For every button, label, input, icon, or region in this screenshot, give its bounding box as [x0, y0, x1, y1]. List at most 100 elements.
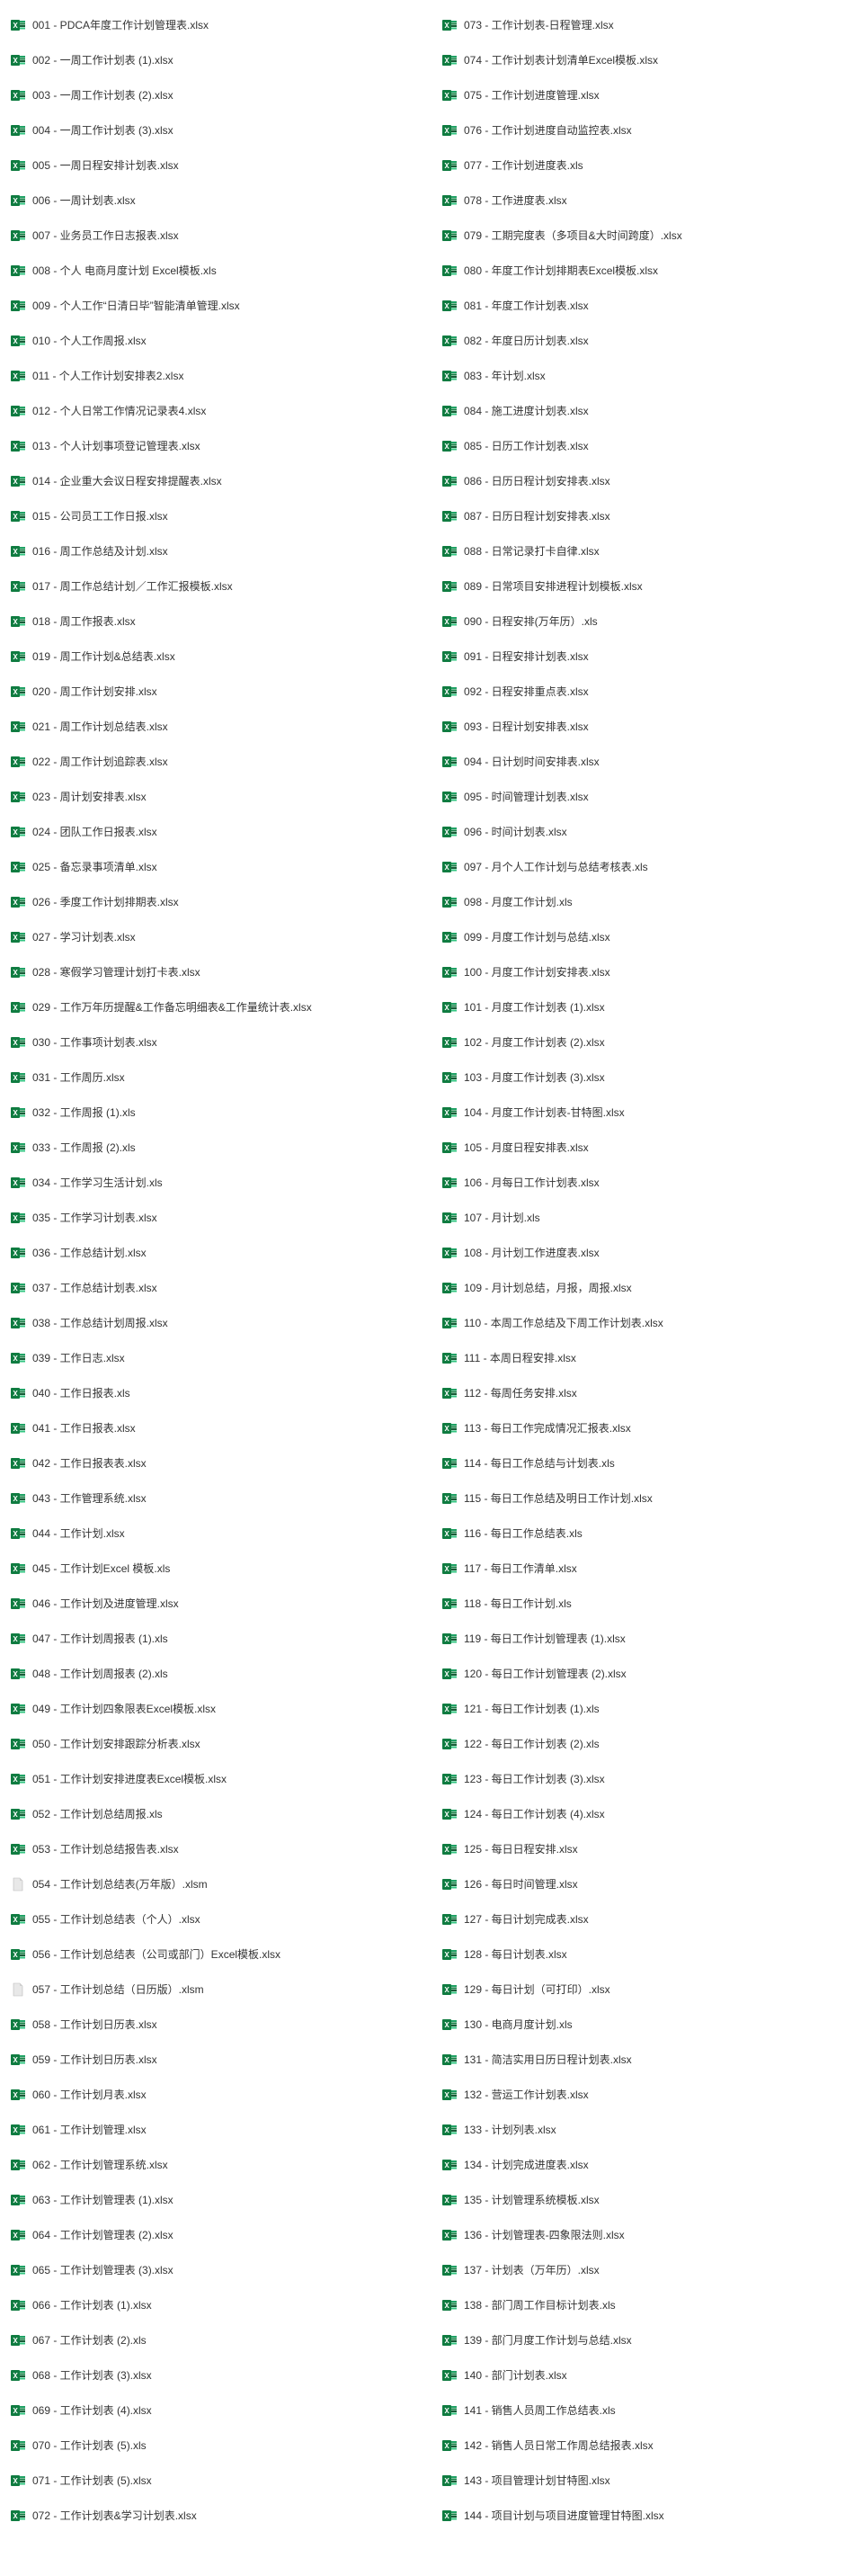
file-item[interactable]: 120 - 每日工作计划管理表 (2).xlsx [432, 1656, 863, 1691]
file-item[interactable]: 083 - 年计划.xlsx [432, 358, 863, 393]
file-item[interactable]: 018 - 周工作报表.xlsx [0, 604, 432, 639]
file-item[interactable]: 116 - 每日工作总结表.xls [432, 1516, 863, 1551]
file-item[interactable]: 071 - 工作计划表 (5).xlsx [0, 2463, 432, 2498]
file-item[interactable]: 009 - 个人工作“日清日毕”智能清单管理.xlsx [0, 288, 432, 323]
file-item[interactable]: 051 - 工作计划安排进度表Excel模板.xlsx [0, 1761, 432, 1796]
file-item[interactable]: 140 - 部门计划表.xlsx [432, 2357, 863, 2393]
file-item[interactable]: 094 - 日计划时间安排表.xlsx [432, 744, 863, 779]
file-item[interactable]: 076 - 工作计划进度自动监控表.xlsx [432, 112, 863, 148]
file-item[interactable]: 084 - 施工进度计划表.xlsx [432, 393, 863, 428]
file-item[interactable]: 115 - 每日工作总结及明日工作计划.xlsx [432, 1480, 863, 1516]
file-item[interactable]: 019 - 周工作计划&总结表.xlsx [0, 639, 432, 674]
file-item[interactable]: 045 - 工作计划Excel 模板.xls [0, 1551, 432, 1586]
file-item[interactable]: 029 - 工作万年历提醒&工作备忘明细表&工作量统计表.xlsx [0, 989, 432, 1024]
file-item[interactable]: 031 - 工作周历.xlsx [0, 1060, 432, 1095]
file-item[interactable]: 096 - 时间计划表.xlsx [432, 814, 863, 849]
file-item[interactable]: 100 - 月度工作计划安排表.xlsx [432, 954, 863, 989]
file-item[interactable]: 025 - 备忘录事项清单.xlsx [0, 849, 432, 884]
file-item[interactable]: 067 - 工作计划表 (2).xls [0, 2322, 432, 2357]
file-item[interactable]: 043 - 工作管理系统.xlsx [0, 1480, 432, 1516]
file-item[interactable]: 080 - 年度工作计划排期表Excel模板.xlsx [432, 253, 863, 288]
file-item[interactable]: 002 - 一周工作计划表 (1).xlsx [0, 42, 432, 77]
file-item[interactable]: 056 - 工作计划总结表（公司或部门）Excel模板.xlsx [0, 1936, 432, 1972]
file-item[interactable]: 055 - 工作计划总结表（个人）.xlsx [0, 1901, 432, 1936]
file-item[interactable]: 033 - 工作周报 (2).xls [0, 1130, 432, 1165]
file-item[interactable]: 012 - 个人日常工作情况记录表4.xlsx [0, 393, 432, 428]
file-item[interactable]: 122 - 每日工作计划表 (2).xls [432, 1726, 863, 1761]
file-item[interactable]: 130 - 电商月度计划.xls [432, 2007, 863, 2042]
file-item[interactable]: 069 - 工作计划表 (4).xlsx [0, 2393, 432, 2428]
file-item[interactable]: 073 - 工作计划表-日程管理.xlsx [432, 7, 863, 42]
file-item[interactable]: 035 - 工作学习计划表.xlsx [0, 1200, 432, 1235]
file-item[interactable]: 044 - 工作计划.xlsx [0, 1516, 432, 1551]
file-item[interactable]: 092 - 日程安排重点表.xlsx [432, 674, 863, 709]
file-item[interactable]: 039 - 工作日志.xlsx [0, 1340, 432, 1375]
file-item[interactable]: 042 - 工作日报表表.xlsx [0, 1445, 432, 1480]
file-item[interactable]: 133 - 计划列表.xlsx [432, 2112, 863, 2147]
file-item[interactable]: 024 - 团队工作日报表.xlsx [0, 814, 432, 849]
file-item[interactable]: 046 - 工作计划及进度管理.xlsx [0, 1586, 432, 1621]
file-item[interactable]: 048 - 工作计划周报表 (2).xls [0, 1656, 432, 1691]
file-item[interactable]: 016 - 周工作总结及计划.xlsx [0, 533, 432, 568]
file-item[interactable]: 059 - 工作计划日历表.xlsx [0, 2042, 432, 2077]
file-item[interactable]: 041 - 工作日报表.xlsx [0, 1410, 432, 1445]
file-item[interactable]: 091 - 日程安排计划表.xlsx [432, 639, 863, 674]
file-item[interactable]: 085 - 日历工作计划表.xlsx [432, 428, 863, 463]
file-item[interactable]: 038 - 工作总结计划周报.xlsx [0, 1305, 432, 1340]
file-item[interactable]: 141 - 销售人员周工作总结表.xls [432, 2393, 863, 2428]
file-item[interactable]: 050 - 工作计划安排跟踪分析表.xlsx [0, 1726, 432, 1761]
file-item[interactable]: 112 - 每周任务安排.xlsx [432, 1375, 863, 1410]
file-item[interactable]: 103 - 月度工作计划表 (3).xlsx [432, 1060, 863, 1095]
file-item[interactable]: 020 - 周工作计划安排.xlsx [0, 674, 432, 709]
file-item[interactable]: 082 - 年度日历计划表.xlsx [432, 323, 863, 358]
file-item[interactable]: 004 - 一周工作计划表 (3).xlsx [0, 112, 432, 148]
file-item[interactable]: 136 - 计划管理表-四象限法则.xlsx [432, 2217, 863, 2252]
file-item[interactable]: 008 - 个人 电商月度计划 Excel模板.xls [0, 253, 432, 288]
file-item[interactable]: 021 - 周工作计划总结表.xlsx [0, 709, 432, 744]
file-item[interactable]: 011 - 个人工作计划安排表2.xlsx [0, 358, 432, 393]
file-item[interactable]: 036 - 工作总结计划.xlsx [0, 1235, 432, 1270]
file-item[interactable]: 040 - 工作日报表.xls [0, 1375, 432, 1410]
file-item[interactable]: 060 - 工作计划月表.xlsx [0, 2077, 432, 2112]
file-item[interactable]: 098 - 月度工作计划.xls [432, 884, 863, 919]
file-item[interactable]: 137 - 计划表（万年历）.xlsx [432, 2252, 863, 2287]
file-item[interactable]: 119 - 每日工作计划管理表 (1).xlsx [432, 1621, 863, 1656]
file-item[interactable]: 109 - 月计划总结，月报，周报.xlsx [432, 1270, 863, 1305]
file-item[interactable]: 068 - 工作计划表 (3).xlsx [0, 2357, 432, 2393]
file-item[interactable]: 143 - 项目管理计划甘特图.xlsx [432, 2463, 863, 2498]
file-item[interactable]: 132 - 营运工作计划表.xlsx [432, 2077, 863, 2112]
file-item[interactable]: 079 - 工期完度表（多项目&大时间跨度）.xlsx [432, 218, 863, 253]
file-item[interactable]: 102 - 月度工作计划表 (2).xlsx [432, 1024, 863, 1060]
file-item[interactable]: 134 - 计划完成进度表.xlsx [432, 2147, 863, 2182]
file-item[interactable]: 113 - 每日工作完成情况汇报表.xlsx [432, 1410, 863, 1445]
file-item[interactable]: 139 - 部门月度工作计划与总结.xlsx [432, 2322, 863, 2357]
file-item[interactable]: 087 - 日历日程计划安排表.xlsx [432, 498, 863, 533]
file-item[interactable]: 101 - 月度工作计划表 (1).xlsx [432, 989, 863, 1024]
file-item[interactable]: 063 - 工作计划管理表 (1).xlsx [0, 2182, 432, 2217]
file-item[interactable]: 097 - 月个人工作计划与总结考核表.xls [432, 849, 863, 884]
file-item[interactable]: 135 - 计划管理系统模板.xlsx [432, 2182, 863, 2217]
file-item[interactable]: 070 - 工作计划表 (5).xls [0, 2428, 432, 2463]
file-item[interactable]: 126 - 每日时间管理.xlsx [432, 1866, 863, 1901]
file-item[interactable]: 034 - 工作学习生活计划.xls [0, 1165, 432, 1200]
file-item[interactable]: 001 - PDCA年度工作计划管理表.xlsx [0, 7, 432, 42]
file-item[interactable]: 023 - 周计划安排表.xlsx [0, 779, 432, 814]
file-item[interactable]: 053 - 工作计划总结报告表.xlsx [0, 1831, 432, 1866]
file-item[interactable]: 110 - 本周工作总结及下周工作计划表.xlsx [432, 1305, 863, 1340]
file-item[interactable]: 077 - 工作计划进度表.xls [432, 148, 863, 183]
file-item[interactable]: 013 - 个人计划事项登记管理表.xlsx [0, 428, 432, 463]
file-item[interactable]: 104 - 月度工作计划表-甘特图.xlsx [432, 1095, 863, 1130]
file-item[interactable]: 086 - 日历日程计划安排表.xlsx [432, 463, 863, 498]
file-item[interactable]: 065 - 工作计划管理表 (3).xlsx [0, 2252, 432, 2287]
file-item[interactable]: 089 - 日常项目安排进程计划模板.xlsx [432, 568, 863, 604]
file-item[interactable]: 105 - 月度日程安排表.xlsx [432, 1130, 863, 1165]
file-item[interactable]: 081 - 年度工作计划表.xlsx [432, 288, 863, 323]
file-item[interactable]: 017 - 周工作总结计划／工作汇报模板.xlsx [0, 568, 432, 604]
file-item[interactable]: 010 - 个人工作周报.xlsx [0, 323, 432, 358]
file-item[interactable]: 005 - 一周日程安排计划表.xlsx [0, 148, 432, 183]
file-item[interactable]: 028 - 寒假学习管理计划打卡表.xlsx [0, 954, 432, 989]
file-item[interactable]: 138 - 部门周工作目标计划表.xls [432, 2287, 863, 2322]
file-item[interactable]: 022 - 周工作计划追踪表.xlsx [0, 744, 432, 779]
file-item[interactable]: 064 - 工作计划管理表 (2).xlsx [0, 2217, 432, 2252]
file-item[interactable]: 027 - 学习计划表.xlsx [0, 919, 432, 954]
